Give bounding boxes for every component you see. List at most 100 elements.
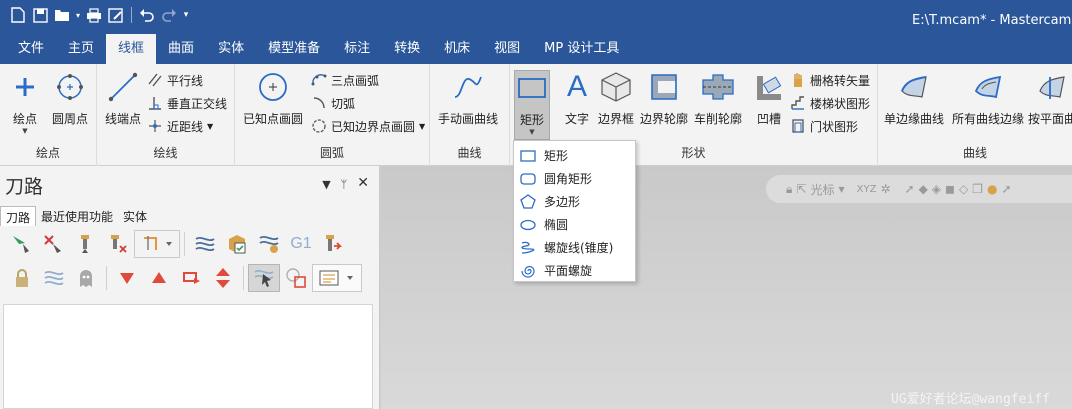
display-options-dropdown[interactable] bbox=[312, 264, 362, 292]
lock-icon[interactable]: 🔒︎ bbox=[786, 182, 792, 197]
verify-icon[interactable] bbox=[221, 230, 253, 258]
panel-tab-toolpaths[interactable]: 刀路 bbox=[0, 206, 37, 226]
move-up-icon[interactable] bbox=[143, 264, 175, 292]
toolpath-tree[interactable] bbox=[3, 304, 373, 409]
three-point-arc-button[interactable]: 三点画弧 bbox=[311, 70, 379, 90]
menu-item-rounded-rectangle[interactable]: 圆角矩形 bbox=[514, 167, 635, 190]
solid-select-icon[interactable]: ◆ bbox=[919, 182, 928, 196]
redo-icon[interactable] bbox=[159, 4, 179, 26]
new-file-icon[interactable] bbox=[8, 4, 28, 26]
door-shape-button[interactable]: 门状图形 bbox=[790, 116, 858, 136]
tab-dimension[interactable]: 标注 bbox=[332, 34, 382, 64]
tab-file[interactable]: 文件 bbox=[6, 34, 56, 64]
close-icon[interactable]: ✕ bbox=[357, 176, 369, 191]
simulate-settings-icon[interactable] bbox=[253, 230, 285, 258]
simulate-backplot-icon[interactable] bbox=[189, 230, 221, 258]
chevron-down-icon[interactable]: ▼ bbox=[838, 185, 844, 194]
panel-tab-solids[interactable]: 实体 bbox=[118, 206, 152, 226]
stair-shape-button[interactable]: 楼梯状图形 bbox=[790, 93, 870, 113]
single-edge-curve-button[interactable]: 单边缘曲线 bbox=[884, 70, 944, 127]
ghost-icon[interactable] bbox=[70, 264, 102, 292]
tab-mp-design-tools[interactable]: MP 设计工具 bbox=[532, 34, 631, 64]
closest-line-icon bbox=[147, 118, 163, 134]
select-all-operations-icon[interactable] bbox=[6, 230, 38, 258]
body-select-icon[interactable]: ◼ bbox=[945, 182, 955, 196]
helix-icon bbox=[518, 240, 538, 256]
manual-curve-button[interactable]: 手动画曲线 bbox=[438, 70, 498, 127]
tab-home[interactable]: 主页 bbox=[56, 34, 106, 64]
post-g1-icon[interactable]: G1 bbox=[285, 230, 317, 258]
tangent-arc-button[interactable]: 切弧 bbox=[311, 93, 355, 113]
graphics-viewport[interactable]: 🔒︎ ⇱ 光标 ▼ XYZ ✲ ➚ ◆ ◈ ◼ ◇ ❒ ● ➚ UG爱好者论坛@… bbox=[381, 166, 1072, 409]
menu-item-spiral[interactable]: 平面螺旋 bbox=[514, 259, 635, 282]
deselect-operations-icon[interactable] bbox=[38, 230, 70, 258]
all-edge-curves-button[interactable]: 所有曲线边缘 bbox=[952, 70, 1024, 127]
toolbar-divider bbox=[131, 7, 132, 23]
cube-select-icon[interactable]: ❒ bbox=[972, 182, 983, 196]
post-selected-icon[interactable] bbox=[317, 230, 349, 258]
settings-icon[interactable]: ✲ bbox=[880, 182, 890, 196]
group-label: 绘点 bbox=[35, 146, 60, 160]
circle-center-point-button[interactable]: 已知点画圆 bbox=[243, 70, 303, 127]
tab-transform[interactable]: 转换 bbox=[382, 34, 432, 64]
expand-collapse-icon[interactable] bbox=[207, 264, 239, 292]
tab-view[interactable]: 视图 bbox=[482, 34, 532, 64]
customize-toolbar-icon[interactable]: ▾ bbox=[181, 4, 191, 26]
turn-profile-button[interactable]: 车削轮廓 bbox=[694, 70, 742, 127]
print-icon[interactable] bbox=[84, 4, 104, 26]
tab-surface[interactable]: 曲面 bbox=[156, 34, 206, 64]
tab-model-prep[interactable]: 模型准备 bbox=[256, 34, 332, 64]
save-as-icon[interactable] bbox=[106, 4, 126, 26]
pin-icon[interactable]: ᛘ bbox=[341, 178, 348, 191]
circle-point-button[interactable]: 圆周点 bbox=[52, 70, 88, 127]
menu-item-polygon[interactable]: 多边形 bbox=[514, 190, 635, 213]
move-down-icon[interactable] bbox=[111, 264, 143, 292]
ops-circle-square-icon[interactable] bbox=[280, 264, 312, 292]
point-button[interactable]: 绘点 ▼ bbox=[8, 70, 42, 136]
chevron-down-icon[interactable]: ▼ bbox=[419, 122, 425, 131]
parallel-line-button[interactable]: 平行线 bbox=[147, 70, 203, 90]
circle-points-icon bbox=[53, 70, 87, 104]
regenerate-all-icon[interactable] bbox=[70, 230, 102, 258]
cursor-snap-label[interactable]: 光标 bbox=[810, 181, 834, 198]
rounded-rectangle-icon bbox=[518, 171, 538, 187]
regenerate-dirty-icon[interactable] bbox=[102, 230, 134, 258]
boundary-contour-button[interactable]: 边界轮廓 bbox=[640, 70, 688, 127]
cursor-snap-icon[interactable]: ⇱ bbox=[796, 182, 806, 196]
groove-button[interactable]: 凹槽 bbox=[752, 70, 786, 127]
tab-wireframe[interactable]: 线框 bbox=[106, 34, 157, 64]
menu-item-ellipse[interactable]: 椭圆 bbox=[514, 213, 635, 236]
grid-to-vector-button[interactable]: 栅格转矢量 bbox=[790, 70, 870, 90]
panel-tab-recent[interactable]: 最近使用功能 bbox=[36, 206, 118, 226]
menu-item-rectangle[interactable]: 矩形 bbox=[514, 144, 635, 167]
face-select-icon[interactable]: ◈ bbox=[932, 182, 941, 196]
bounding-box-button[interactable]: 边界框 bbox=[598, 70, 634, 127]
tab-machine[interactable]: 机床 bbox=[432, 34, 482, 64]
chevron-down-icon[interactable]: ▾ bbox=[74, 4, 82, 26]
rectangle-button[interactable]: 矩形 ▼ bbox=[514, 70, 550, 140]
perpendicular-line-button[interactable]: 垂直正交线 bbox=[147, 93, 227, 113]
text-button[interactable]: A 文字 bbox=[560, 70, 594, 127]
edge-circle-icon bbox=[311, 118, 327, 134]
chevron-down-icon[interactable]: ▼ bbox=[207, 122, 213, 131]
edge-select-icon[interactable]: ◇ bbox=[959, 182, 968, 196]
save-icon[interactable] bbox=[30, 4, 50, 26]
open-folder-icon[interactable] bbox=[52, 4, 72, 26]
line-endpoints-button[interactable]: 线端点 bbox=[105, 70, 141, 127]
chevron-down-icon[interactable]: ▼ bbox=[322, 178, 330, 191]
tab-solid[interactable]: 实体 bbox=[206, 34, 256, 64]
axes-icon[interactable]: XYZ bbox=[857, 184, 877, 195]
toggle-display-icon[interactable] bbox=[38, 264, 70, 292]
select-icon[interactable]: ➚ bbox=[905, 182, 915, 196]
closest-line-button[interactable]: 近距线 ▼ bbox=[147, 116, 213, 136]
toggle-operations-icon[interactable] bbox=[134, 230, 180, 258]
edge-point-circle-button[interactable]: 已知边界点画圆 ▼ bbox=[311, 116, 425, 136]
select-mode-icon[interactable] bbox=[248, 264, 280, 292]
cursor-icon[interactable]: ➚ bbox=[1001, 182, 1011, 196]
shaded-sphere-icon[interactable]: ● bbox=[987, 182, 997, 196]
undo-icon[interactable] bbox=[137, 4, 157, 26]
menu-item-helix[interactable]: 螺旋线(锥度) bbox=[514, 236, 635, 259]
insert-arrow-icon[interactable] bbox=[175, 264, 207, 292]
lock-icon[interactable] bbox=[6, 264, 38, 292]
plane-curve-button[interactable]: 按平面曲 bbox=[1028, 70, 1072, 127]
